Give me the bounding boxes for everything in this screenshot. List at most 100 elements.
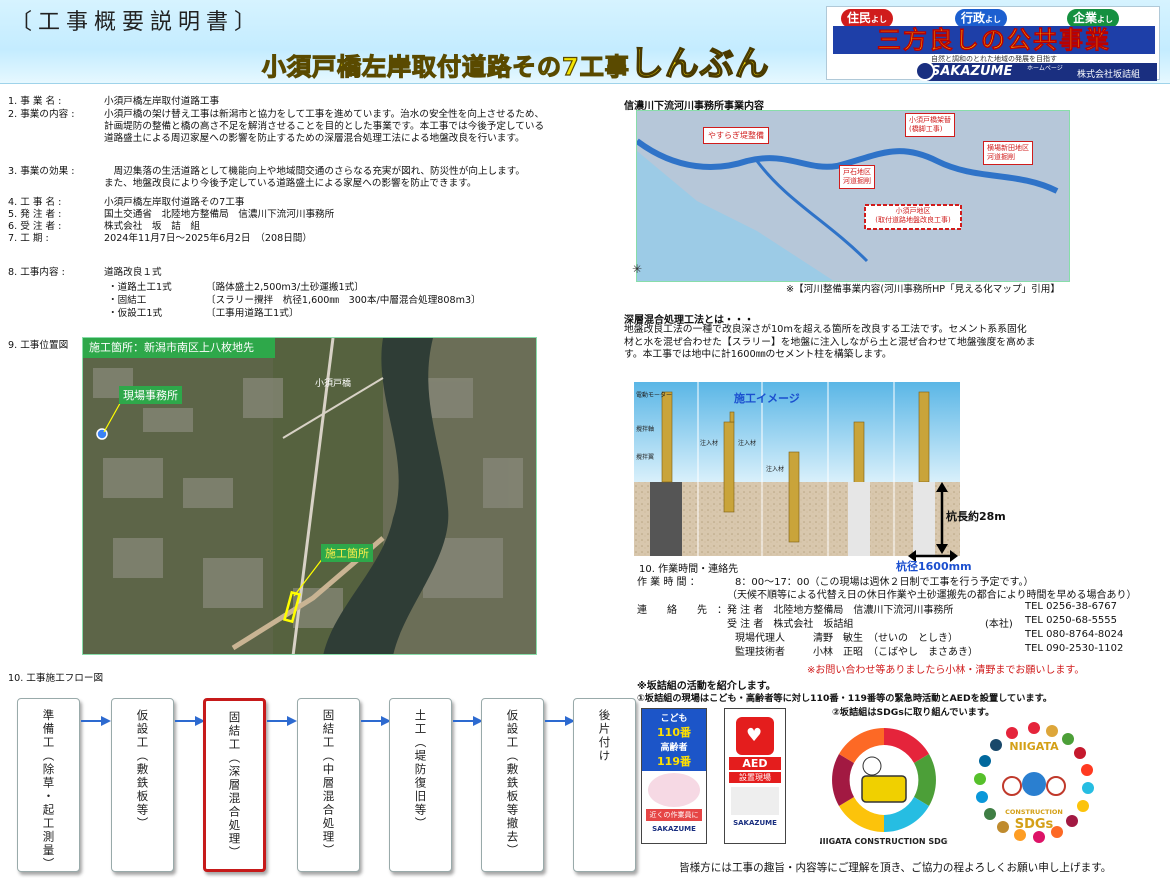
sdgs-logo-2: NIIGATA CONSTRUCTION SDGs — [974, 722, 1094, 843]
overview-value: 周辺集落の生活道路として機能向上や地域間交通のさらなる充実が図れ、防災性が向上し… — [104, 166, 525, 177]
location-heading: 9. 工事位置図 — [8, 340, 69, 351]
hours-label: 作 業 時 間 ： — [637, 577, 700, 588]
overview-value: また、地盤改良により今後予定している道路盛土による家屋への影響を防止できます。 — [104, 178, 477, 189]
overview-value: 株式会社 坂 詰 組 — [104, 221, 200, 232]
family-illustration — [648, 773, 700, 807]
sdgs-logo-1: NIIGATA CONSTRUCTION SDGs — [820, 728, 948, 846]
method-description: 地盤改良工法の一種で改良深さが10mを超える箇所を改良する工法です。セメント系系… — [624, 324, 1035, 362]
annotation: 注入材 — [738, 440, 757, 447]
contact-tel: TEL 0250-68-5555 — [1025, 615, 1118, 626]
overview-label: 6. 受 注 者 : — [8, 221, 62, 232]
overview-value: 小須戸橋の架け替え工事は新潟市と協力をして工事を進めています。治水の安全性を向上… — [104, 109, 545, 120]
location-map[interactable]: 施工箇所：新潟市南区上八枚地先 現場事務所 施工箇所 小須戸橋 — [82, 337, 537, 655]
emergency-poster: こども 110番 高齢者 119番 近くの作業員に SAKAZUME — [641, 708, 707, 844]
poster-text: SAKAZUME — [652, 825, 696, 833]
annotation: 注入材 — [700, 440, 719, 447]
arrow-right-icon — [545, 716, 575, 726]
overview-label: 2. 事業の内容 : — [8, 109, 75, 120]
sakazume-emblem-icon — [915, 61, 935, 81]
sdg2-bottom: SDGs — [1015, 817, 1054, 832]
activities-line2: ②坂詰組はSDGsに取り組んでいます。 — [832, 707, 995, 718]
poster-text: 高齢者 — [660, 743, 688, 753]
contact-person: 清野 敏生 （せいの としき） — [813, 633, 958, 644]
newsletter-title-big: しんぶん — [629, 43, 770, 84]
overview-value: 計画堤防の整備と橋の高さ不足を解消させることを目的とした事業です。本工事では今後… — [104, 121, 545, 132]
method-line: す。本工事では地中に計1600㎜のセメント柱を構築します。 — [624, 349, 892, 360]
site-banner: 施工箇所：新潟市南区上八枚地先 — [83, 338, 275, 358]
header-banner: 〔工事概要説明書〕 小須戸橋左岸取付道路その7工事しんぶん 住民よし 行政よし … — [0, 0, 1170, 85]
contact-role: 監理技術者 — [735, 647, 785, 658]
sdg1-text: NIIGATA CONSTRUCTION SDGs — [820, 837, 948, 846]
arrow-right-icon — [453, 716, 483, 726]
contact-role: 受 注 者 株式会社 坂詰組 — [727, 619, 854, 630]
poster-text: SAKAZUME — [733, 819, 777, 827]
poster-text: 119番 — [657, 755, 691, 768]
contact-tel: TEL 090-2530-1102 — [1025, 643, 1124, 654]
slogan: 三方良しの公共事業 — [833, 26, 1155, 54]
work-item-detail: 〔工事用道路工1式〕 — [206, 308, 299, 319]
overview-value: 国土交通省 北陸地方整備局 信濃川下流河川事務所 — [104, 209, 335, 220]
overview-label: 8. 工事内容 : — [8, 267, 65, 278]
flow-step: 仮設工（敷鉄板等撤去） — [481, 698, 544, 872]
arrow-right-icon — [81, 716, 111, 726]
company-bar: SAKAZUME ホームページ 株式会社坂詰組 — [927, 63, 1157, 81]
contact-person: 小林 正昭 （こばやし まさあき） — [813, 647, 978, 658]
hours-note: （天候不順等による代替え日の休日作業や土砂運搬先の都合により時間を早める場合あり… — [727, 590, 1137, 601]
work-item-name: ・仮設工1式 — [108, 308, 163, 319]
work-item-detail: 〔路体盛土2,500m3/土砂運搬1式〕 — [206, 282, 364, 293]
arrow-right-icon — [361, 716, 391, 726]
newsletter-title: 小須戸橋左岸取付道路その7工事しんぶん — [261, 36, 770, 85]
contact-label: 連 絡 先 ： — [637, 605, 727, 616]
office-label: 現場事務所 — [119, 386, 182, 404]
overview-label: 1. 事 業 名 : — [8, 96, 62, 107]
sdg2-top: NIIGATA — [1009, 740, 1059, 753]
river-label: 小須戸地区 (取付道路地盤改良工事) — [875, 207, 951, 224]
annotation: 攪拌翼 — [636, 454, 655, 461]
overview-value: 2024年11月7日～2025年6月2日 （208日間） — [104, 233, 312, 244]
aed-poster: ♥ AED 設置現場 SAKAZUME — [724, 708, 786, 844]
closing-message: 皆様方には工事の趣旨・内容等にご理解を頂き、ご協力の程よろしくお願い申し上げます… — [679, 862, 1112, 874]
homepage-label: ホームページ — [1027, 65, 1063, 72]
flow-step: 後片付け — [573, 698, 636, 872]
arrow-right-icon — [267, 716, 297, 726]
work-item-name: ・固結工 — [108, 295, 147, 306]
flow-step: 仮設工（敷鉄板等） — [111, 698, 174, 872]
contact-section: 10. 作業時間・連絡先 作 業 時 間 ： 8：00～17：00（この現場は週… — [637, 560, 1167, 678]
contact-note: ※お問い合わせ等ありましたら小林・清野までお願いします。 — [807, 665, 1085, 676]
overview-value: 小須戸橋左岸取付道路工事 — [104, 96, 220, 107]
activities-line1: ①坂詰組の現場はこども・高齢者等に対し110番・119番等の緊急時活動とAEDを… — [637, 693, 1053, 704]
method-line: 地盤改良工法の一種で改良深さが10mを超える箇所を改良する工法です。セメント系系… — [624, 324, 1027, 335]
overview-value: 小須戸橋左岸取付道路その7工事 — [104, 197, 245, 208]
contact-role: 発 注 者 北陸地方整備局 信濃川下流河川事務所 — [727, 605, 954, 616]
newsletter-title-main: 小須戸橋左岸取付道路その7工事 — [261, 52, 630, 81]
river-map[interactable]: やすらぎ堤整備 小須戸橋架替 (橋脚工事) 横場新田地区 河道掘削 戸石地区 河… — [636, 110, 1070, 282]
flow-step: 固結工（中層混合処理） — [297, 698, 360, 872]
overview-label: 3. 事業の効果 : — [8, 166, 75, 177]
contact-tel: TEL 0256-38-6767 — [1025, 601, 1118, 612]
company-logo-box: 住民よし 行政よし 企業よし 三方良しの公共事業 自然と調和のとれた地域の発展を… — [826, 6, 1160, 81]
river-map-graphic — [637, 111, 1069, 281]
flow-step-highlighted: 固結工（深層混合処理） — [203, 698, 266, 872]
sdg2-mid: CONSTRUCTION — [1005, 808, 1063, 816]
work-item-name: ・道路土工1式 — [108, 282, 172, 293]
overview-label: 5. 発 注 者 : — [8, 209, 62, 220]
poster-text: こども — [660, 714, 688, 724]
annotation: 注入材 — [766, 466, 785, 473]
overview-label: 7. 工 期 : — [8, 233, 49, 244]
river-label: 戸石地区 河道掘削 — [839, 165, 875, 189]
flow-heading: 10. 工事施工フロー図 — [8, 673, 104, 684]
overview-label: 4. 工 事 名 : — [8, 197, 62, 208]
image-title: 施工イメージ — [734, 392, 800, 405]
poster-text: 110番 — [657, 726, 691, 739]
river-label: 小須戸橋架替 (橋脚工事) — [905, 113, 955, 137]
river-map-caption: ※【河川整備事業内容(河川事務所HP「見える化マップ」引用】 — [786, 284, 1060, 295]
pile-length: 杭長約28m — [946, 510, 1006, 523]
heart-icon: ♥ — [736, 717, 774, 755]
poster-text: AED — [729, 757, 781, 770]
overview-section: 1. 事 業 名 : 小須戸橋左岸取付道路工事 2. 事業の内容 : 小須戸橋の架け… — [0, 96, 620, 326]
aed-illustration — [731, 787, 779, 815]
annotation: 攪拌軸 — [636, 426, 655, 433]
site-label: 施工箇所 — [321, 544, 373, 562]
method-line: 材と水を混ぜ合わせた【スラリー】を地盤に注入しながら土と混ぜ合わせて地盤強度を高… — [624, 336, 1036, 348]
poster-text: 近くの作業員に — [646, 809, 702, 821]
